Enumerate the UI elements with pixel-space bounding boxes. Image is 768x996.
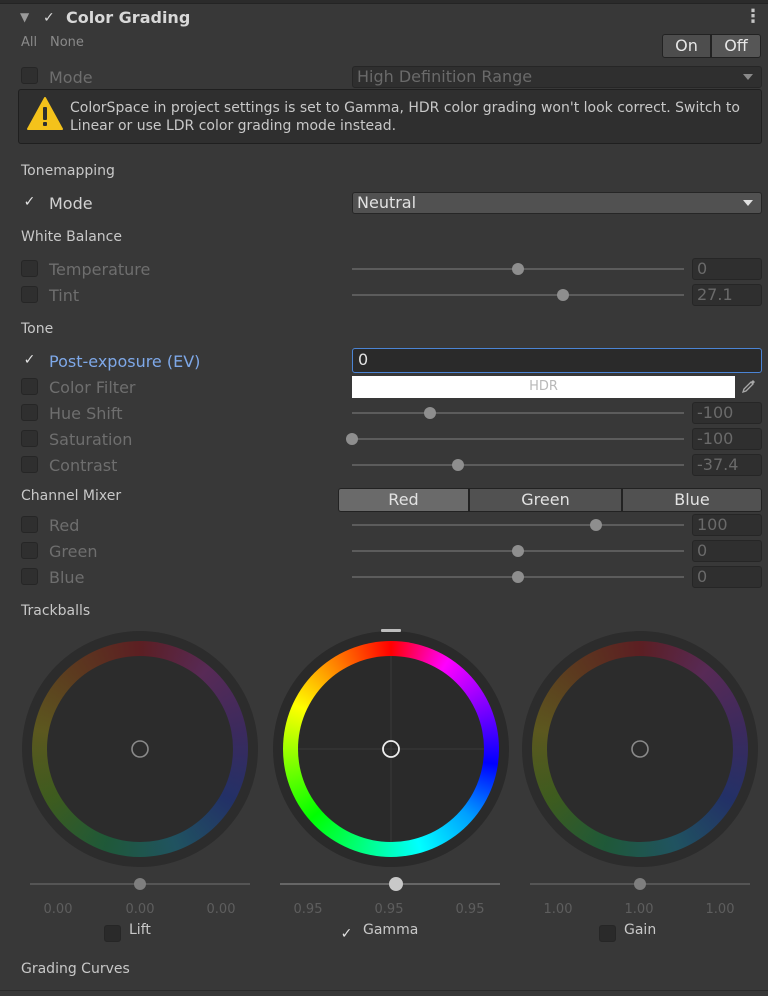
saturation-label: Saturation <box>49 430 133 449</box>
mixer-red-slider-thumb[interactable] <box>590 519 603 531</box>
lift-trackball[interactable] <box>20 629 260 869</box>
tab-red[interactable]: Red <box>338 488 469 512</box>
tab-green[interactable]: Green <box>469 488 622 512</box>
mixer-blue-field[interactable]: 0 <box>692 566 762 588</box>
component-title: Color Grading <box>66 8 191 27</box>
more-menu-icon[interactable]: ⋮ <box>744 6 762 27</box>
on-button[interactable]: On <box>662 34 711 58</box>
contrast-field[interactable]: -37.4 <box>692 454 762 476</box>
chevron-down-icon <box>743 200 753 206</box>
enabled-checkbox[interactable]: ✓ <box>43 10 55 26</box>
section-tone: Tone <box>21 321 54 337</box>
mixer-red-field[interactable]: 100 <box>692 514 762 536</box>
mode-override-checkbox[interactable] <box>21 67 38 84</box>
gain-value-b: 1.00 <box>705 902 735 917</box>
saturation-slider-track[interactable] <box>352 438 684 440</box>
gamma-value-b: 0.95 <box>455 902 485 917</box>
collapse-arrow-icon[interactable]: ▼ <box>20 10 29 24</box>
mixer-red-slider-track[interactable] <box>352 524 684 526</box>
post-exposure-checkbox[interactable]: ✓ <box>21 352 38 369</box>
mixer-red-checkbox[interactable] <box>21 516 38 533</box>
all-link[interactable]: All <box>21 35 37 50</box>
color-filter-label: Color Filter <box>49 378 136 397</box>
mixer-green-label: Green <box>49 542 98 561</box>
gamma-checkbox[interactable]: ✓ <box>338 926 355 943</box>
gamma-trackball[interactable] <box>270 627 512 869</box>
tonemapping-mode-value: Neutral <box>357 193 417 212</box>
mixer-green-slider-thumb[interactable] <box>512 545 524 557</box>
tonemapping-mode-dropdown[interactable]: Neutral <box>352 192 762 214</box>
lift-checkbox[interactable] <box>104 925 121 942</box>
saturation-field[interactable]: -100 <box>692 428 762 450</box>
tint-label: Tint <box>49 286 80 305</box>
mixer-blue-checkbox[interactable] <box>21 568 38 585</box>
mode-label: Mode <box>49 68 93 87</box>
tab-blue[interactable]: Blue <box>622 488 762 512</box>
none-link[interactable]: None <box>50 35 84 50</box>
hue-shift-label: Hue Shift <box>49 404 123 423</box>
lift-value-r: 0.00 <box>43 902 73 917</box>
tint-slider-track[interactable] <box>352 294 684 296</box>
mode-dropdown-value: High Definition Range <box>357 67 533 86</box>
color-filter-swatch[interactable]: HDR <box>352 376 735 398</box>
hue-shift-slider-thumb[interactable] <box>424 407 437 419</box>
gain-value-r: 1.00 <box>543 902 573 917</box>
post-exposure-label: Post-exposure (EV) <box>49 352 201 371</box>
section-trackballs: Trackballs <box>21 603 91 619</box>
hue-shift-field[interactable]: -100 <box>692 402 762 424</box>
section-white-balance: White Balance <box>21 229 122 245</box>
off-button[interactable]: Off <box>711 34 761 58</box>
saturation-slider-thumb[interactable] <box>346 433 358 445</box>
temperature-field[interactable]: 0 <box>692 258 762 280</box>
tonemapping-mode-label: Mode <box>49 194 93 213</box>
mixer-blue-label: Blue <box>49 568 85 587</box>
gain-trackball[interactable] <box>520 629 760 869</box>
panel-top-border <box>0 0 768 4</box>
hue-shift-checkbox[interactable] <box>21 404 38 421</box>
tint-checkbox[interactable] <box>21 286 38 303</box>
warning-icon <box>27 97 63 130</box>
lift-label: Lift <box>129 922 151 938</box>
temperature-slider-thumb[interactable] <box>512 263 524 275</box>
post-exposure-field[interactable]: 0 <box>352 348 762 373</box>
lift-value-b: 0.00 <box>206 902 236 917</box>
mixer-green-field[interactable]: 0 <box>692 540 762 562</box>
lift-value-g: 0.00 <box>125 902 155 917</box>
eyedropper-icon[interactable] <box>741 378 757 398</box>
gamma-label: Gamma <box>363 922 419 938</box>
mixer-blue-slider-thumb[interactable] <box>512 571 524 583</box>
contrast-label: Contrast <box>49 456 118 475</box>
mixer-green-checkbox[interactable] <box>21 542 38 559</box>
contrast-checkbox[interactable] <box>21 456 38 473</box>
tonemapping-mode-checkbox[interactable]: ✓ <box>21 194 38 211</box>
contrast-slider-track[interactable] <box>352 464 684 466</box>
mode-dropdown[interactable]: High Definition Range <box>352 66 762 88</box>
gain-checkbox[interactable] <box>599 925 616 942</box>
gain-value-g: 1.00 <box>624 902 654 917</box>
gamma-value-r: 0.95 <box>293 902 323 917</box>
temperature-label: Temperature <box>49 260 151 279</box>
color-filter-checkbox[interactable] <box>21 378 38 395</box>
section-channel-mixer: Channel Mixer <box>21 488 122 504</box>
chevron-down-icon <box>743 74 753 80</box>
contrast-slider-thumb[interactable] <box>451 459 464 471</box>
tint-slider-thumb[interactable] <box>556 289 569 301</box>
warning-text: ColorSpace in project settings is set to… <box>70 100 740 134</box>
curves-divider <box>0 990 768 996</box>
gamma-slider-thumb[interactable] <box>389 877 403 891</box>
section-grading-curves: Grading Curves <box>21 961 130 977</box>
gain-label: Gain <box>624 922 657 938</box>
section-tonemapping: Tonemapping <box>21 163 115 179</box>
mixer-red-label: Red <box>49 516 80 535</box>
lift-slider-thumb[interactable] <box>134 878 146 890</box>
gamma-value-g: 0.95 <box>374 902 404 917</box>
hue-shift-slider-track[interactable] <box>352 412 684 414</box>
saturation-checkbox[interactable] <box>21 430 38 447</box>
gain-slider-thumb[interactable] <box>634 878 646 890</box>
tint-field[interactable]: 27.1 <box>692 284 762 306</box>
temperature-checkbox[interactable] <box>21 260 38 277</box>
